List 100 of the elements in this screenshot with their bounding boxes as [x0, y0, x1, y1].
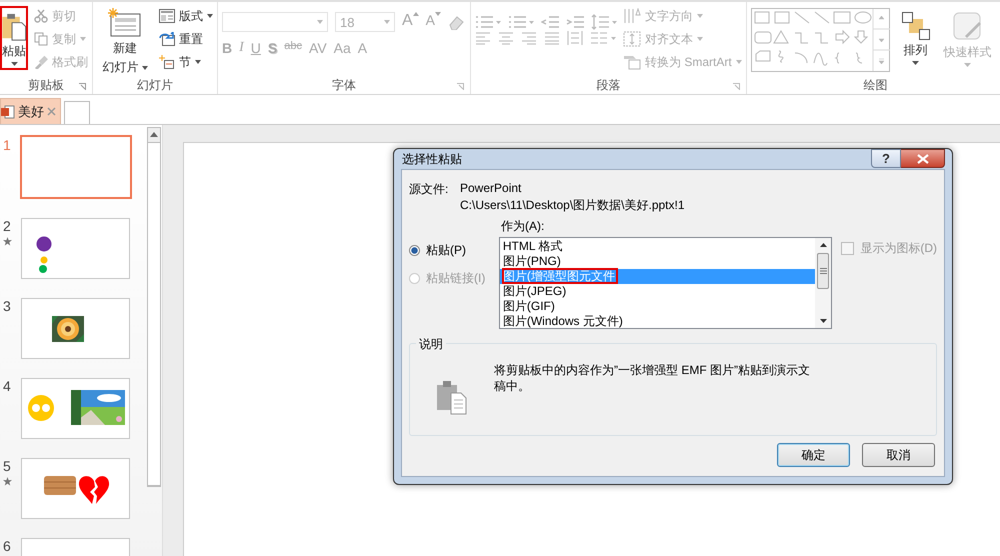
brush-icon — [34, 55, 48, 69]
format-label: 图片(PNG) — [502, 254, 561, 268]
close-button[interactable] — [901, 149, 945, 168]
radio-option[interactable]: 粘贴(P) — [409, 242, 499, 259]
format-label: 图片(GIF) — [502, 299, 555, 313]
format-item[interactable]: 图片(增强型图元文件 — [500, 269, 816, 284]
source-label: 源文件: — [409, 181, 450, 198]
format-item[interactable]: 图片(PNG) — [500, 254, 816, 269]
new-slide-icon — [108, 8, 142, 38]
new-slide-button[interactable]: 新建 幻灯片 — [97, 4, 153, 76]
text-direction-icon — [623, 8, 642, 24]
shapes-gallery[interactable] — [750, 8, 890, 72]
increase-indent-icon[interactable] — [566, 15, 584, 29]
format-list[interactable]: HTML 格式 图片(PNG) 图片(增强型图元文件 图片(JPEG) 图片(GIF) 图片(Windows 元文件) — [498, 237, 832, 329]
quick-styles-icon — [952, 12, 983, 42]
columns-icon[interactable] — [590, 31, 616, 45]
as-label: 作为(A): — [501, 219, 544, 233]
dialog-launcher-icon[interactable] — [732, 83, 740, 90]
section-icon — [159, 55, 175, 69]
dialog-button[interactable]: 取消 — [862, 443, 935, 467]
reset-icon — [159, 32, 175, 46]
bullets-icon[interactable] — [475, 15, 502, 29]
arrange-button[interactable]: 排列 — [900, 4, 932, 76]
help-button[interactable]: ? — [871, 149, 901, 168]
align-text-icon — [623, 31, 642, 47]
caret-icon — [912, 61, 920, 65]
slide-thumbnail[interactable] — [21, 378, 130, 439]
slide-number: 5 — [3, 458, 11, 474]
justify-icon[interactable] — [544, 31, 560, 45]
paste-button[interactable]: 粘贴 — [0, 6, 28, 70]
slide-number: 3 — [3, 298, 11, 314]
group-label: 剪贴板 — [28, 76, 64, 94]
wood-block-drawing — [44, 476, 76, 495]
caret-icon — [10, 62, 18, 66]
format-item[interactable]: 图片(GIF) — [500, 299, 816, 314]
slide-number: 1 — [3, 137, 11, 153]
ribbon-command[interactable]: 节 — [159, 52, 213, 72]
ribbon-command[interactable]: 重置 — [159, 29, 213, 49]
circle-drawing — [27, 394, 55, 422]
group-label: 字体 — [332, 76, 356, 94]
group-label: 段落 — [596, 76, 620, 94]
align-center-icon[interactable] — [498, 31, 514, 45]
caret-icon — [964, 63, 972, 67]
caret-icon — [142, 66, 148, 70]
group-label: 幻灯片 — [137, 76, 173, 94]
scissors-icon — [34, 9, 48, 23]
grip-icon — [820, 268, 827, 274]
format-item[interactable]: 图片(JPEG) — [500, 284, 816, 299]
numbering-icon[interactable] — [508, 15, 534, 29]
align-left-icon[interactable] — [475, 31, 492, 45]
format-label: 图片(增强型图元文件 — [502, 269, 617, 283]
slide-thumbnail[interactable] — [20, 135, 132, 199]
new-tab-button[interactable] — [64, 101, 90, 124]
ribbon-command[interactable]: 版式 — [159, 6, 213, 26]
close-icon — [916, 154, 928, 164]
scrollbar[interactable] — [147, 127, 161, 487]
arrange-icon — [902, 12, 930, 40]
scrollbar[interactable] — [815, 238, 832, 328]
scroll-up-icon[interactable] — [150, 132, 158, 137]
layout-icon — [159, 9, 175, 23]
group-label: 绘图 — [863, 76, 888, 94]
close-icon[interactable] — [47, 107, 56, 116]
distributed-icon[interactable] — [567, 30, 584, 46]
dialog-button[interactable]: 确定 — [777, 443, 850, 467]
broken-heart-icon — [78, 475, 110, 505]
clipboard-icon — [437, 381, 467, 415]
caret-icon — [435, 12, 442, 16]
decrease-indent-icon[interactable] — [541, 15, 560, 29]
format-label: HTML 格式 — [502, 239, 562, 253]
format-item[interactable]: HTML 格式 — [500, 239, 816, 254]
format-label: 图片(JPEG) — [502, 284, 566, 298]
slide-number: 2 — [3, 218, 11, 234]
source-path: C:\Users\11\Desktop\图片数据\美好.pptx!1 — [460, 197, 685, 214]
caret-icon — [317, 20, 323, 24]
format-label: 图片(Windows 元文件) — [502, 314, 623, 328]
dots-drawing — [36, 236, 52, 274]
scroll-down-icon[interactable] — [820, 319, 827, 323]
line-spacing-icon[interactable] — [591, 14, 618, 30]
format-item[interactable]: 图片(Windows 元文件) — [500, 314, 816, 329]
document-tab[interactable]: 美好 — [0, 98, 61, 124]
dialog-launcher-icon[interactable] — [79, 83, 86, 90]
slide-thumbnail[interactable] — [21, 218, 130, 279]
slide-thumbnail[interactable] — [21, 298, 130, 359]
source-app: PowerPoint — [460, 181, 522, 195]
scroll-up-icon[interactable] — [820, 243, 827, 247]
smartart-icon — [623, 54, 642, 70]
dialog-launcher-icon[interactable] — [457, 83, 464, 90]
caret-up-icon — [412, 12, 419, 16]
dialog-title: 选择性粘贴 — [402, 150, 462, 168]
slide-number: 4 — [3, 378, 11, 394]
copy-icon — [34, 32, 48, 46]
slide-number: 6 — [3, 538, 11, 554]
slide-thumbnail[interactable] — [21, 458, 130, 519]
presentation-file-icon — [1, 104, 15, 118]
eraser-icon[interactable] — [448, 14, 466, 30]
description-label: 说明 — [416, 336, 446, 353]
caret-icon — [384, 20, 390, 24]
align-right-icon[interactable] — [521, 31, 538, 45]
radio-button[interactable] — [409, 245, 420, 256]
description-text: 将剪贴板中的内容作为”一张增强型 EMF 图片”粘贴到演示文稿中。 — [494, 362, 811, 394]
